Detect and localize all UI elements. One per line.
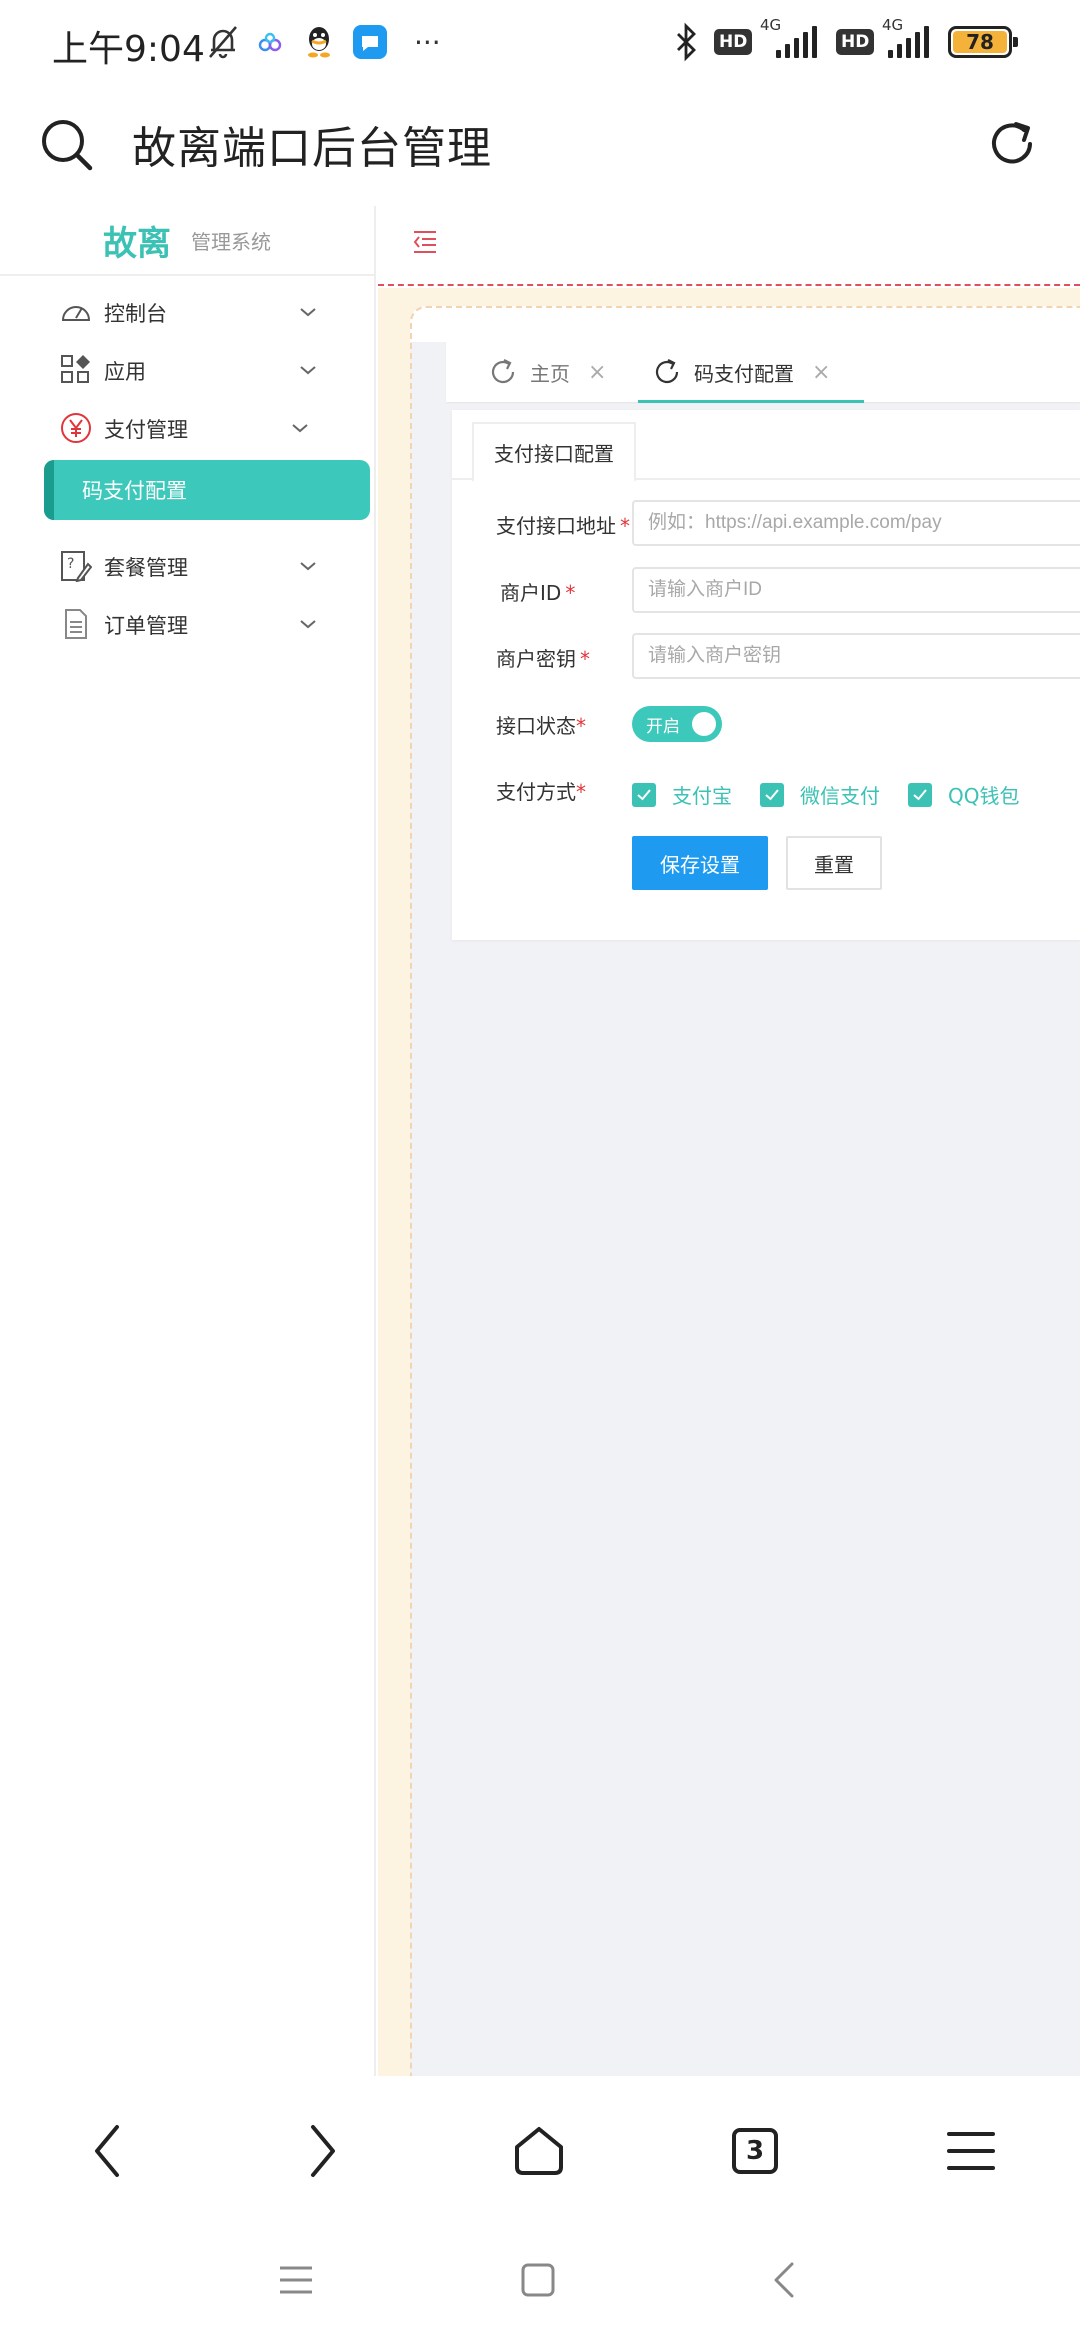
brand-name: 故离 [103,223,171,264]
system-back-icon[interactable] [764,2260,804,2300]
back-icon[interactable] [72,2116,142,2186]
sidebar-item-apps[interactable]: 应用 [0,342,376,400]
tab-payment-interface-config[interactable]: 支付接口配置 [472,422,636,482]
tab-code-pay-config[interactable]: 码支付配置 × [652,342,830,402]
gauge-icon [60,296,92,328]
card-tab-row: 支付接口配置 [452,410,1080,482]
menu-collapse-icon[interactable] [410,226,440,260]
chevron-down-icon [298,556,318,576]
status-time: 上午9:04 [52,29,205,70]
battery-icon: 78 [948,22,1018,62]
refresh-icon[interactable] [984,116,1040,176]
methods-label: 支付方式* [496,780,586,804]
status-toggle[interactable]: 开启 [632,706,722,742]
chevron-down-icon [298,614,318,634]
sidebar-item-label: 控制台 [104,302,167,326]
sidebar-item-label: 订单管理 [104,614,188,638]
system-home-icon[interactable] [518,2260,558,2300]
reset-button[interactable]: 重置 [786,836,882,890]
content-header [378,206,1080,286]
chevron-down-icon [290,418,310,438]
checkbox-label: 支付宝 [672,784,732,808]
qq-icon [304,22,334,62]
inner-top-strip [410,306,1080,342]
checkbox-label: 微信支付 [800,784,880,808]
close-icon[interactable]: × [812,360,830,385]
merchant-id-label: 商户ID * [500,581,576,605]
sidebar-item-label: 套餐管理 [104,556,188,580]
package-edit-icon: ? [60,550,93,583]
url-input[interactable] [632,500,1080,546]
more-icon: ··· [414,25,441,59]
chat-app-icon [352,22,388,62]
refresh-icon [491,359,515,384]
check-icon [908,782,932,807]
browser-bar: 故离端口后台管理 [0,86,1080,206]
document-icon [60,608,92,640]
network-type-2: 4G [882,16,904,34]
sidebar-item-label: 码支付配置 [82,479,187,503]
toggle-label: 开启 [646,716,680,737]
brand-subtitle: 管理系统 [191,229,271,254]
tabs-icon[interactable]: 3 [720,2116,790,2186]
home-icon[interactable] [504,2116,574,2186]
brand: 故离 管理系统 [0,206,374,276]
sidebar-item-packages[interactable]: ? 套餐管理 [0,538,376,596]
recent-apps-icon[interactable] [276,2260,316,2300]
sidebar-item-dashboard[interactable]: 控制台 [0,284,376,342]
sidebar: 故离 管理系统 控制台 应用 支付管理 码支付配置 ? 套餐管理 订单管理 [0,206,376,2076]
checkbox-qq-wallet[interactable]: QQ钱包 [908,780,1019,809]
signal-icon-2: 4G [878,16,948,62]
yuan-icon [60,412,92,444]
search-icon[interactable] [38,116,96,178]
checkbox-alipay[interactable]: 支付宝 [632,780,732,809]
status-bar: 上午9:04 ··· HD 4G HD 4G 78 [0,0,1080,86]
merchant-key-input[interactable] [632,633,1080,679]
tab-active-indicator [638,400,864,403]
signal-icon: 4G [756,16,826,62]
apps-icon [60,354,92,386]
status-label: 接口状态* [496,714,586,738]
tab-count: 3 [732,2128,778,2174]
browser-bottom-nav: 3 [0,2076,1080,2216]
system-nav [0,2216,1080,2340]
checkbox-wechat[interactable]: 微信支付 [760,780,880,809]
svg-text:?: ? [67,556,74,572]
chevron-down-icon [298,302,318,322]
url-label: 支付接口地址 * [496,514,630,538]
hd-badge-2: HD [836,29,875,55]
tab-bar: 主页 × 码支付配置 × [446,342,1080,402]
check-icon [632,782,656,807]
refresh-icon [655,359,679,384]
network-type: 4G [760,16,782,34]
hd-badge: HD [714,29,753,55]
close-icon[interactable]: × [588,360,606,385]
sidebar-item-label: 支付管理 [104,418,188,442]
checkbox-label: QQ钱包 [948,784,1020,808]
sidebar-item-label: 应用 [104,360,146,384]
menu-icon[interactable] [936,2116,1006,2186]
cloud-app-icon [256,22,284,62]
merchant-key-label: 商户密钥 * [496,647,590,671]
save-button[interactable]: 保存设置 [632,836,768,890]
battery-level: 78 [953,30,1007,54]
toggle-knob [692,712,716,736]
sidebar-item-orders[interactable]: 订单管理 [0,596,376,654]
tab-label: 码支付配置 [694,361,794,386]
bell-muted-icon [204,22,242,62]
page-title: 故离端口后台管理 [132,123,492,174]
chevron-down-icon [298,360,318,380]
forward-icon[interactable] [288,2116,358,2186]
merchant-id-input[interactable] [632,567,1080,613]
check-icon [760,782,784,807]
sidebar-item-code-pay-config[interactable]: 码支付配置 [44,460,370,520]
tab-label: 主页 [530,361,570,386]
bluetooth-icon [674,22,698,62]
sidebar-item-payment[interactable]: 支付管理 [0,400,376,458]
tab-home[interactable]: 主页 × [488,342,606,402]
